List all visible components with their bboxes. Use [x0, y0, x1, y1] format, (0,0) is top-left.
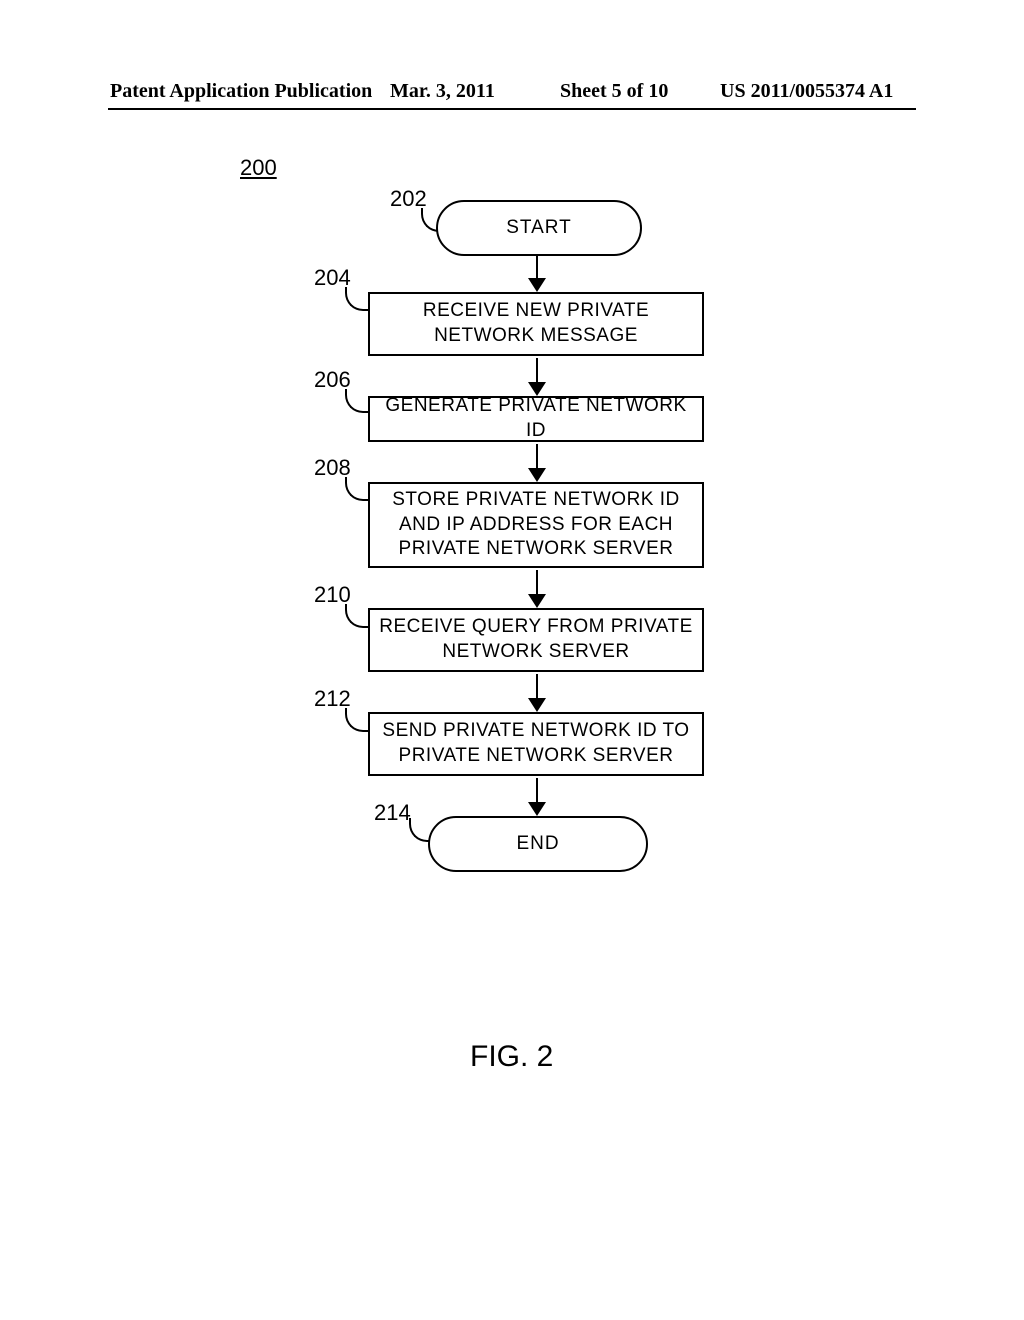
figure-caption: FIG. 2 — [470, 1040, 553, 1074]
flow-arrow — [536, 254, 538, 280]
header-pub-number: US 2011/0055374 A1 — [720, 80, 893, 103]
process-label: STORE PRIVATE NETWORK ID AND IP ADDRESS … — [376, 488, 696, 562]
flow-overall-ref: 200 — [240, 155, 277, 181]
arrowhead-icon — [528, 698, 546, 712]
header-publication: Patent Application Publication — [110, 80, 372, 103]
flow-arrow — [536, 778, 538, 804]
process-label: RECEIVE QUERY FROM PRIVATE NETWORK SERVE… — [376, 615, 696, 664]
terminator-end: END — [428, 816, 648, 872]
process-label: GENERATE PRIVATE NETWORK ID — [376, 394, 696, 443]
process-label: RECEIVE NEW PRIVATE NETWORK MESSAGE — [376, 299, 696, 348]
callout-hook-icon — [345, 287, 369, 311]
flow-arrow — [536, 674, 538, 700]
callout-hook-icon — [345, 708, 369, 732]
callout-hook-icon — [345, 604, 369, 628]
arrowhead-icon — [528, 594, 546, 608]
process-send-private-network-id: SEND PRIVATE NETWORK ID TO PRIVATE NETWO… — [368, 712, 704, 776]
flow-arrow — [536, 444, 538, 470]
flow-arrow — [536, 570, 538, 596]
node-ref-214: 214 — [374, 800, 411, 826]
arrowhead-icon — [528, 468, 546, 482]
header-sheet: Sheet 5 of 10 — [560, 80, 668, 103]
terminator-start-label: START — [506, 217, 572, 239]
header-rule — [108, 108, 916, 110]
header-date: Mar. 3, 2011 — [390, 80, 495, 103]
arrowhead-icon — [528, 278, 546, 292]
flow-arrow — [536, 358, 538, 384]
process-receive-new-private-network-message: RECEIVE NEW PRIVATE NETWORK MESSAGE — [368, 292, 704, 356]
patent-page: Patent Application Publication Mar. 3, 2… — [0, 0, 1024, 1320]
callout-hook-icon — [345, 477, 369, 501]
callout-hook-icon — [345, 389, 369, 413]
process-receive-query: RECEIVE QUERY FROM PRIVATE NETWORK SERVE… — [368, 608, 704, 672]
process-store-private-network-id: STORE PRIVATE NETWORK ID AND IP ADDRESS … — [368, 482, 704, 568]
arrowhead-icon — [528, 802, 546, 816]
terminator-end-label: END — [516, 833, 559, 855]
process-generate-private-network-id: GENERATE PRIVATE NETWORK ID — [368, 396, 704, 442]
process-label: SEND PRIVATE NETWORK ID TO PRIVATE NETWO… — [376, 719, 696, 768]
terminator-start: START — [436, 200, 642, 256]
